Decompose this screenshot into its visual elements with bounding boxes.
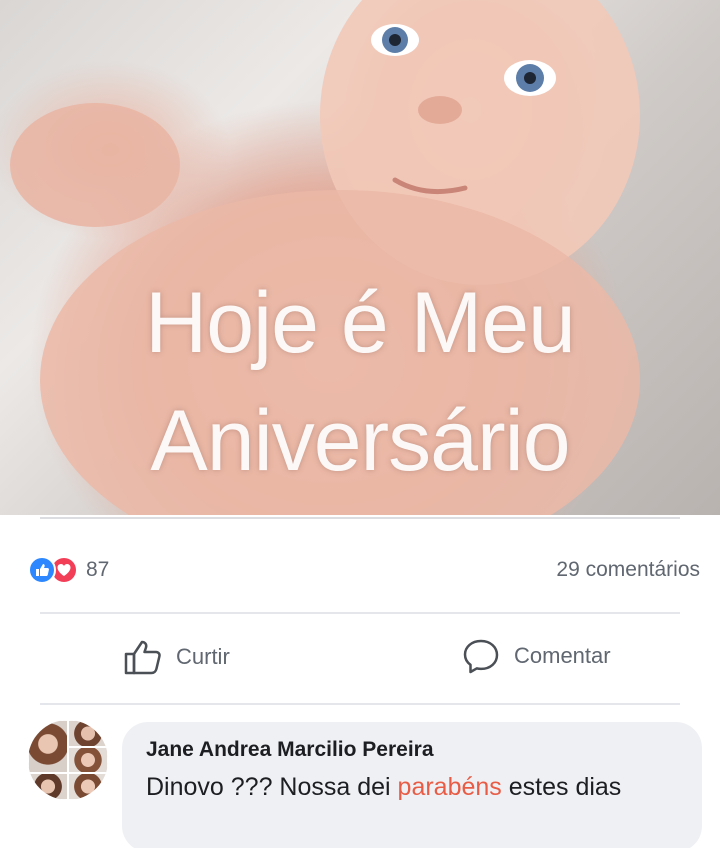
- thumbs-up-outline-icon: [124, 640, 161, 675]
- overlay-text-line1: Hoje é Meu: [145, 275, 576, 371]
- comment-author[interactable]: Jane Andrea Marcilio Pereira: [146, 738, 678, 762]
- thumbs-up-icon: [28, 556, 56, 584]
- overlay-text-line2: Aniversário: [150, 393, 570, 489]
- comment-button[interactable]: Comentar: [462, 638, 611, 674]
- post-image[interactable]: Hoje é Meu Aniversário: [0, 0, 720, 515]
- comment-bubble: Jane Andrea Marcilio Pereira Dinovo ??? …: [122, 722, 702, 848]
- divider: [40, 612, 680, 614]
- divider: [40, 703, 680, 705]
- reaction-count: 87: [86, 558, 110, 581]
- like-button[interactable]: Curtir: [122, 638, 230, 676]
- like-button-label: Curtir: [176, 644, 230, 669]
- comment-text-part: Dinovo ??? Nossa dei: [146, 773, 398, 801]
- comment-button-label: Comentar: [514, 643, 611, 668]
- image-divider: [40, 517, 680, 519]
- comment-highlight-word: parabéns: [397, 773, 502, 801]
- avatar[interactable]: [28, 720, 108, 800]
- comment-text-part: estes dias: [501, 773, 622, 801]
- comments-count-link[interactable]: 29 comentários: [556, 558, 700, 582]
- speech-bubble-icon: [463, 639, 499, 674]
- comment-text: Dinovo ??? Nossa dei parabéns estes dias: [146, 770, 678, 804]
- reactions-summary[interactable]: 87: [28, 556, 109, 584]
